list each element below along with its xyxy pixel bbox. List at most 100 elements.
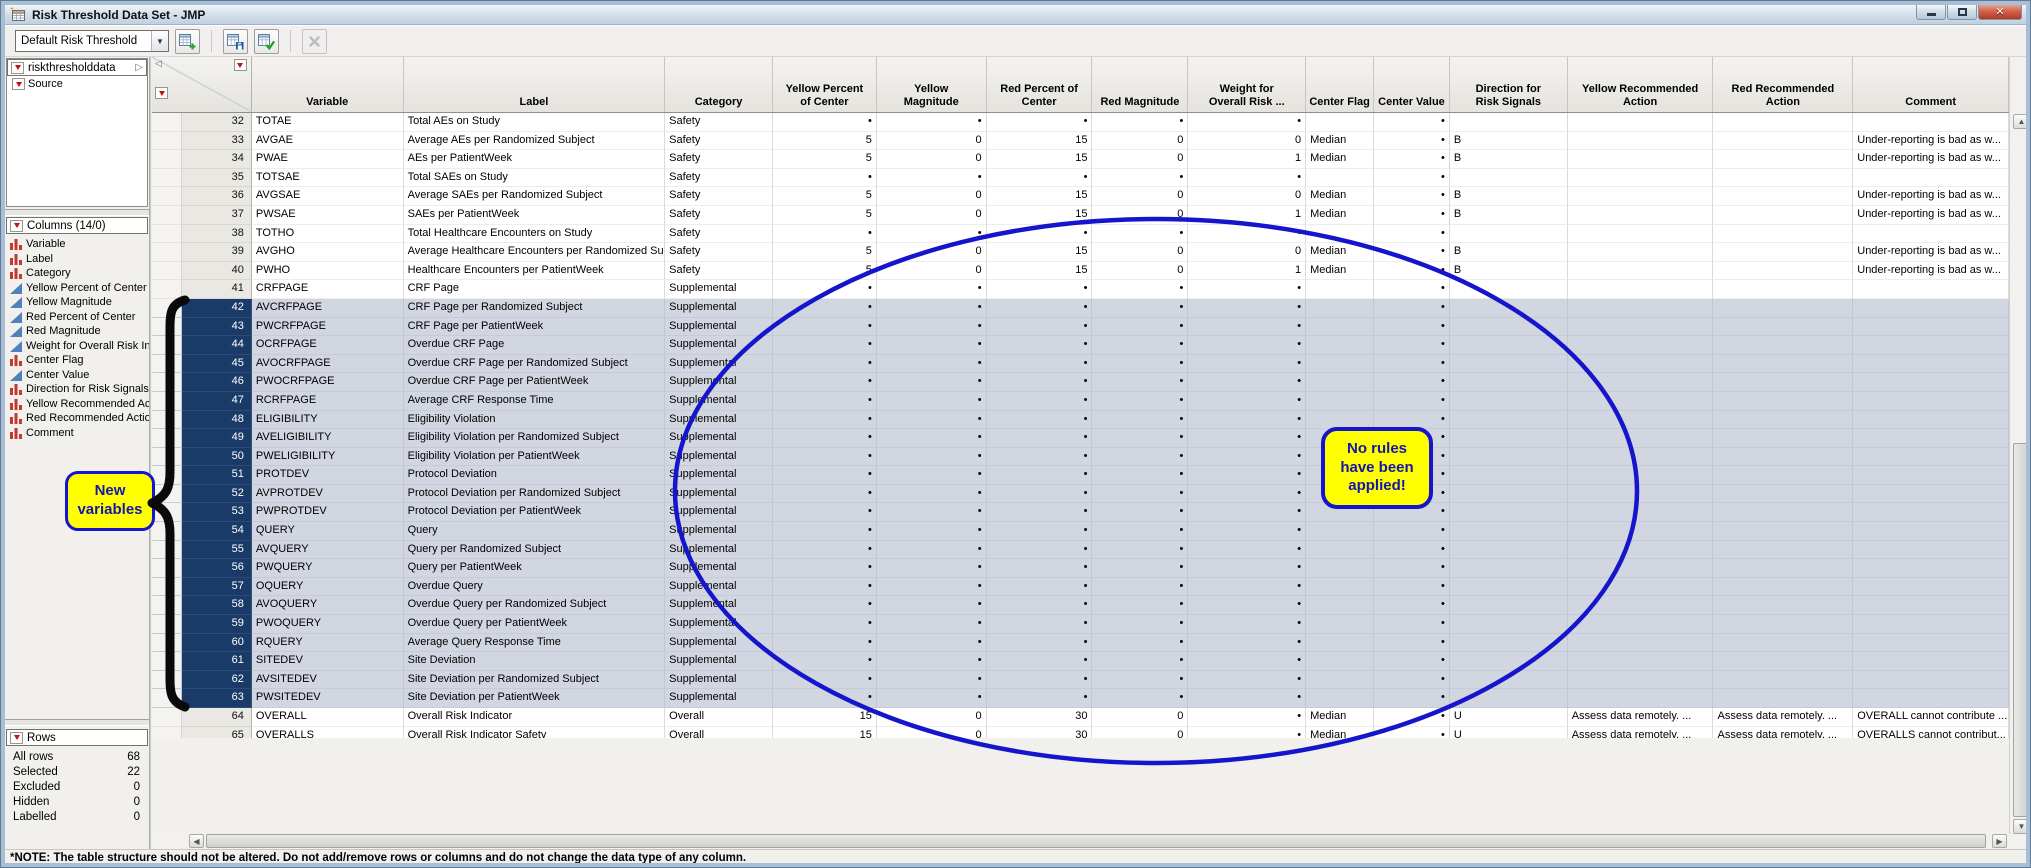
column-item-red-recommended-action[interactable]: Red Recommended Action [5,411,149,426]
cell-comment[interactable] [1853,318,2009,337]
cell-yellow-action[interactable] [1568,280,1714,299]
row-number-cell[interactable]: 55 [182,541,252,560]
cell-center-flag[interactable] [1306,299,1374,318]
cell-yellow-percent[interactable]: • [773,634,877,653]
cell-red-percent[interactable]: • [987,373,1093,392]
cell-weight[interactable]: 1 [1188,206,1306,225]
cell-yellow-magnitude[interactable]: • [877,541,987,560]
panel-divider[interactable] [5,209,149,216]
cell-yellow-percent[interactable]: • [773,280,877,299]
cell-red-action[interactable] [1713,113,1853,132]
cell-weight[interactable]: • [1188,708,1306,727]
delete-button[interactable] [302,29,327,54]
cell-label[interactable]: Average Healthcare Encounters per Random… [404,243,666,262]
cell-yellow-action[interactable] [1568,336,1714,355]
cell-red-action[interactable] [1713,596,1853,615]
cell-center-flag[interactable] [1306,634,1374,653]
cell-label[interactable]: Site Deviation per Randomized Subject [404,671,666,690]
cell-red-action[interactable] [1713,485,1853,504]
cell-yellow-action[interactable]: Assess data remotely. ... [1568,708,1714,727]
cell-variable[interactable]: ELIGIBILITY [252,411,404,430]
cell-label[interactable]: Total Healthcare Encounters on Study [404,225,666,244]
cell-label[interactable]: Average CRF Response Time [404,392,666,411]
cell-weight[interactable]: • [1188,485,1306,504]
cell-weight[interactable]: • [1188,559,1306,578]
cell-yellow-magnitude[interactable]: 0 [877,243,987,262]
cell-center-flag[interactable] [1306,671,1374,690]
cell-direction[interactable] [1450,280,1568,299]
red-triangle-menu-icon[interactable] [10,732,23,744]
cell-yellow-magnitude[interactable]: • [877,411,987,430]
cell-comment[interactable] [1853,541,2009,560]
column-item-yellow-percent-of-center[interactable]: Yellow Percent of Center [5,281,149,296]
cell-yellow-magnitude[interactable]: • [877,503,987,522]
row-state-cell[interactable] [152,243,182,262]
cell-center-flag[interactable] [1306,373,1374,392]
cell-comment[interactable] [1853,559,2009,578]
column-item-red-magnitude[interactable]: Red Magnitude [5,324,149,339]
cell-yellow-magnitude[interactable]: • [877,671,987,690]
cell-direction[interactable] [1450,169,1568,188]
cell-yellow-magnitude[interactable]: 0 [877,132,987,151]
cell-label[interactable]: Average SAEs per Randomized Subject [404,187,666,206]
row-state-cell[interactable] [152,113,182,132]
cell-label[interactable]: Overdue Query per Randomized Subject [404,596,666,615]
cell-category[interactable]: Safety [665,150,773,169]
cell-label[interactable]: CRF Page per Randomized Subject [404,299,666,318]
cell-category[interactable]: Supplemental [665,448,773,467]
column-item-variable[interactable]: Variable [5,237,149,252]
cell-weight[interactable]: • [1188,522,1306,541]
cell-red-action[interactable] [1713,671,1853,690]
cell-yellow-action[interactable] [1568,392,1714,411]
cell-red-action[interactable] [1713,634,1853,653]
cell-red-percent[interactable]: • [987,280,1093,299]
cell-variable[interactable]: PWQUERY [252,559,404,578]
cell-red-action[interactable] [1713,262,1853,281]
column-item-center-flag[interactable]: Center Flag [5,353,149,368]
cell-direction[interactable]: U [1450,708,1568,727]
cell-yellow-action[interactable] [1568,299,1714,318]
cell-direction[interactable] [1450,578,1568,597]
cell-center-flag[interactable] [1306,336,1374,355]
cell-yellow-magnitude[interactable]: • [877,596,987,615]
cell-direction[interactable] [1450,634,1568,653]
cell-yellow-action[interactable] [1568,373,1714,392]
cell-red-magnitude[interactable]: • [1092,448,1188,467]
cell-comment[interactable] [1853,411,2009,430]
cell-direction[interactable] [1450,522,1568,541]
cell-center-value[interactable]: • [1374,132,1450,151]
cell-category[interactable]: Supplemental [665,671,773,690]
column-header-red-magnitude[interactable]: Red Magnitude [1092,57,1188,112]
row-number-cell[interactable]: 54 [182,522,252,541]
row-number-cell[interactable]: 37 [182,206,252,225]
row-state-cell[interactable] [152,318,182,337]
cell-center-value[interactable]: • [1374,522,1450,541]
cell-red-percent[interactable]: • [987,225,1093,244]
cell-direction[interactable] [1450,503,1568,522]
cell-label[interactable]: Eligibility Violation [404,411,666,430]
cell-red-magnitude[interactable]: 0 [1092,187,1188,206]
cell-weight[interactable]: 0 [1188,132,1306,151]
cell-weight[interactable]: 1 [1188,150,1306,169]
cell-direction[interactable]: B [1450,262,1568,281]
cell-comment[interactable] [1853,225,2009,244]
cell-label[interactable]: Healthcare Encounters per PatientWeek [404,262,666,281]
disclosure-icon[interactable]: ▷ [135,62,143,73]
column-header-weight[interactable]: Weight for Overall Risk ... [1188,57,1306,112]
cell-center-flag[interactable] [1306,355,1374,374]
cell-yellow-action[interactable] [1568,206,1714,225]
cell-yellow-magnitude[interactable]: • [877,169,987,188]
cell-red-percent[interactable]: 15 [987,132,1093,151]
cell-red-action[interactable] [1713,615,1853,634]
cell-yellow-percent[interactable]: • [773,578,877,597]
cell-comment[interactable] [1853,671,2009,690]
cell-red-action[interactable] [1713,299,1853,318]
scroll-down-icon[interactable]: ▼ [2013,819,2030,834]
row-number-cell[interactable]: 46 [182,373,252,392]
vertical-scroll-thumb[interactable] [2013,443,2030,817]
cell-variable[interactable]: AVCRFPAGE [252,299,404,318]
cell-red-percent[interactable]: • [987,652,1093,671]
cell-red-action[interactable] [1713,243,1853,262]
cell-red-percent[interactable]: 15 [987,206,1093,225]
horizontal-scroll-thumb[interactable] [206,834,1986,848]
